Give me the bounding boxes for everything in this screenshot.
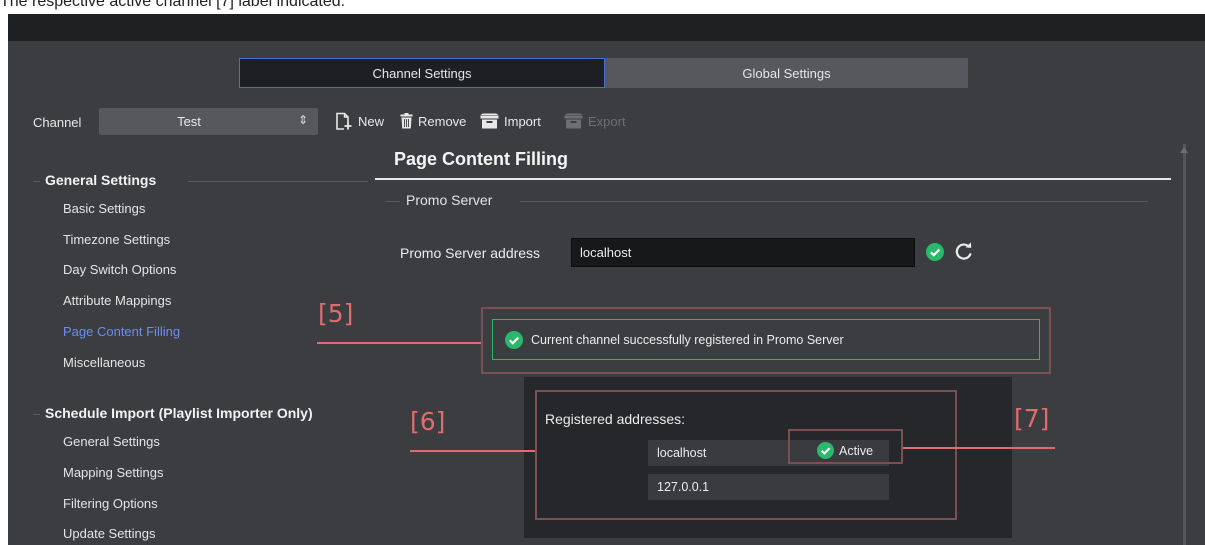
- annotation-label-7: [7]: [1014, 404, 1050, 433]
- vertical-scrollbar[interactable]: [1183, 144, 1186, 545]
- new-document-icon: [334, 112, 353, 131]
- section-title-promo-server: Promo Server: [406, 192, 493, 208]
- new-button[interactable]: New: [334, 109, 384, 133]
- export-button[interactable]: Export: [564, 109, 626, 133]
- import-button[interactable]: Import: [480, 109, 541, 133]
- export-button-label: Export: [588, 113, 626, 129]
- sidebar-item-mapping-settings[interactable]: Mapping Settings: [63, 465, 163, 480]
- sidebar-item-page-content-filling[interactable]: Page Content Filling: [63, 324, 180, 339]
- sidebar-item-attribute-mappings[interactable]: Attribute Mappings: [63, 293, 171, 308]
- promo-server-address-input[interactable]: [571, 238, 915, 267]
- title-underline: [375, 178, 1171, 180]
- trash-icon: [400, 113, 413, 129]
- remove-button-label: Remove: [418, 113, 467, 129]
- import-box-icon: [480, 113, 499, 129]
- sidebar-item-day-switch-options[interactable]: Day Switch Options: [63, 262, 176, 277]
- promo-server-address-label: Promo Server address: [400, 245, 541, 261]
- import-button-label: Import: [504, 113, 541, 129]
- group-divider: [33, 414, 40, 415]
- annotation-frame-5: [481, 307, 1051, 374]
- tab-channel-settings[interactable]: Channel Settings: [239, 58, 605, 88]
- caption-text: The respective active channel [7] label …: [0, 0, 346, 10]
- section-divider: [520, 201, 1148, 202]
- tab-global-settings[interactable]: Global Settings: [605, 58, 968, 88]
- group-divider: [33, 181, 40, 182]
- annotation-leader-7: [903, 447, 1055, 449]
- new-button-label: New: [358, 113, 385, 129]
- annotation-leader-6: [410, 450, 535, 452]
- check-circle-icon: [926, 243, 944, 261]
- settings-window: Channel Settings Global Settings Channel…: [8, 41, 1205, 545]
- annotation-leader-5: [317, 342, 481, 344]
- annotation-frame-7: [788, 429, 903, 464]
- section-divider: [386, 201, 400, 202]
- group-divider: [188, 181, 368, 182]
- sidebar-group-general: General Settings: [45, 172, 157, 188]
- refresh-icon[interactable]: [954, 241, 974, 261]
- sidebar-item-update-settings[interactable]: Update Settings: [63, 526, 156, 541]
- channel-select-value: Test: [177, 114, 201, 129]
- export-box-icon: [564, 113, 583, 129]
- select-arrows-icon: ⇕: [297, 113, 308, 127]
- scroll-up-arrow-icon[interactable]: [1180, 147, 1188, 153]
- sidebar-item-miscellaneous[interactable]: Miscellaneous: [63, 355, 145, 370]
- page-title: Page Content Filling: [394, 149, 568, 169]
- sidebar-group-schedule-import: Schedule Import (Playlist Importer Only): [45, 405, 313, 421]
- sidebar-item-timezone-settings[interactable]: Timezone Settings: [63, 232, 170, 247]
- channel-label: Channel: [33, 115, 82, 130]
- sidebar-item-filtering-options[interactable]: Filtering Options: [63, 496, 158, 511]
- annotation-label-6: [6]: [410, 407, 446, 436]
- annotation-label-5: [5]: [318, 299, 354, 328]
- title-bar: [8, 14, 1205, 41]
- sidebar-item-basic-settings[interactable]: Basic Settings: [63, 201, 145, 216]
- remove-button[interactable]: Remove: [400, 109, 466, 133]
- channel-select[interactable]: Test ⇕: [99, 108, 318, 135]
- sidebar-item-general-settings[interactable]: General Settings: [63, 434, 160, 449]
